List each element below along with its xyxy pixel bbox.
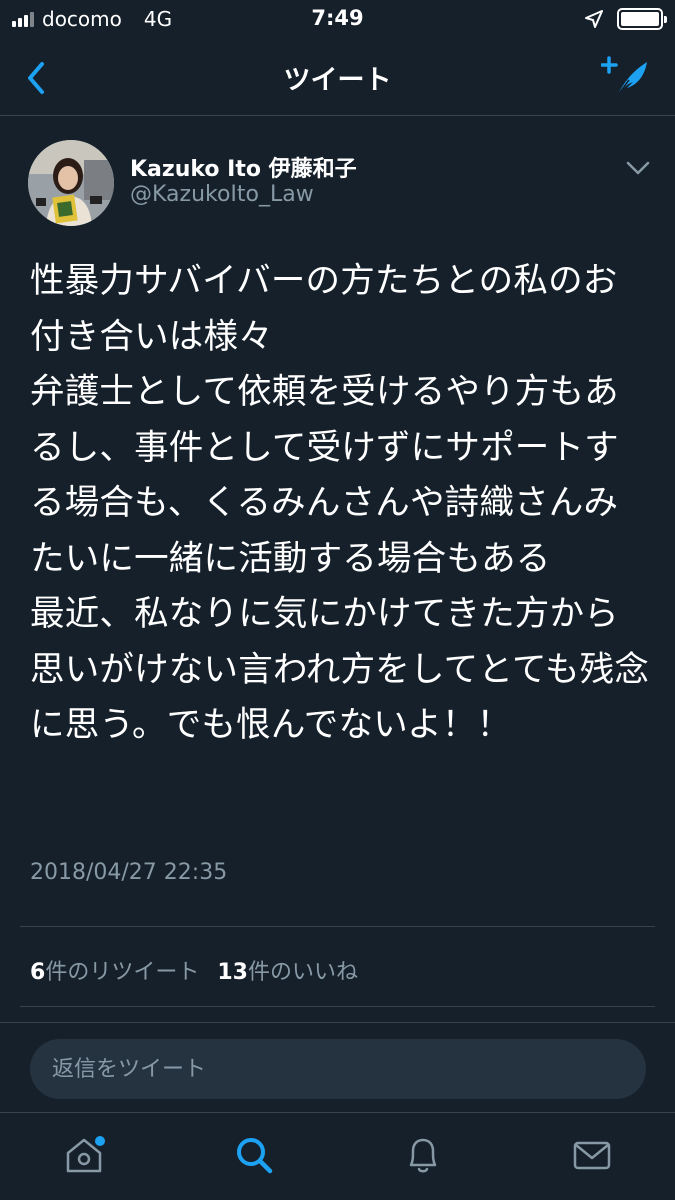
tweet-text: 性暴力サバイバーの方たちとの私のお付き合いは様々 弁護士として依頼を受けるやり方… (30, 261, 650, 745)
reply-bar (0, 1022, 675, 1112)
tweet-timestamp: 2018/04/27 22:35 (30, 860, 228, 885)
likes-stat[interactable]: 13件のいいね (217, 954, 358, 986)
status-bar: docomo 4G 7:49 (0, 0, 675, 38)
home-icon[interactable] (62, 1133, 106, 1177)
location-arrow-icon (585, 10, 603, 28)
battery-icon (617, 8, 667, 30)
search-icon[interactable] (232, 1133, 276, 1177)
retweets-label: 件のリツイート (45, 960, 200, 985)
notifications-icon[interactable] (401, 1133, 445, 1177)
clock: 7:49 (311, 6, 364, 30)
user-display-name[interactable]: Kazuko Ito 伊藤和子 (130, 151, 357, 183)
messages-icon[interactable] (570, 1133, 614, 1177)
status-bar-right (585, 8, 667, 30)
chevron-down-icon[interactable] (625, 158, 651, 178)
tweet-stats: 6件のリツイート 13件のいいね (30, 954, 358, 986)
likes-count: 13 (217, 960, 248, 985)
divider (20, 1006, 655, 1007)
reply-input[interactable] (30, 1039, 646, 1099)
page-title: ツイート (283, 65, 392, 96)
retweets-stat[interactable]: 6件のリツイート (30, 954, 199, 986)
avatar[interactable] (28, 140, 114, 226)
user-handle[interactable]: @KazukoIto_Law (130, 182, 314, 207)
likes-label: 件のいいね (247, 960, 358, 985)
tab-bar (0, 1112, 675, 1200)
compose-tweet-icon[interactable] (601, 54, 651, 100)
retweets-count: 6 (30, 960, 46, 985)
nav-bar: ツイート (0, 38, 675, 116)
divider (20, 926, 655, 927)
